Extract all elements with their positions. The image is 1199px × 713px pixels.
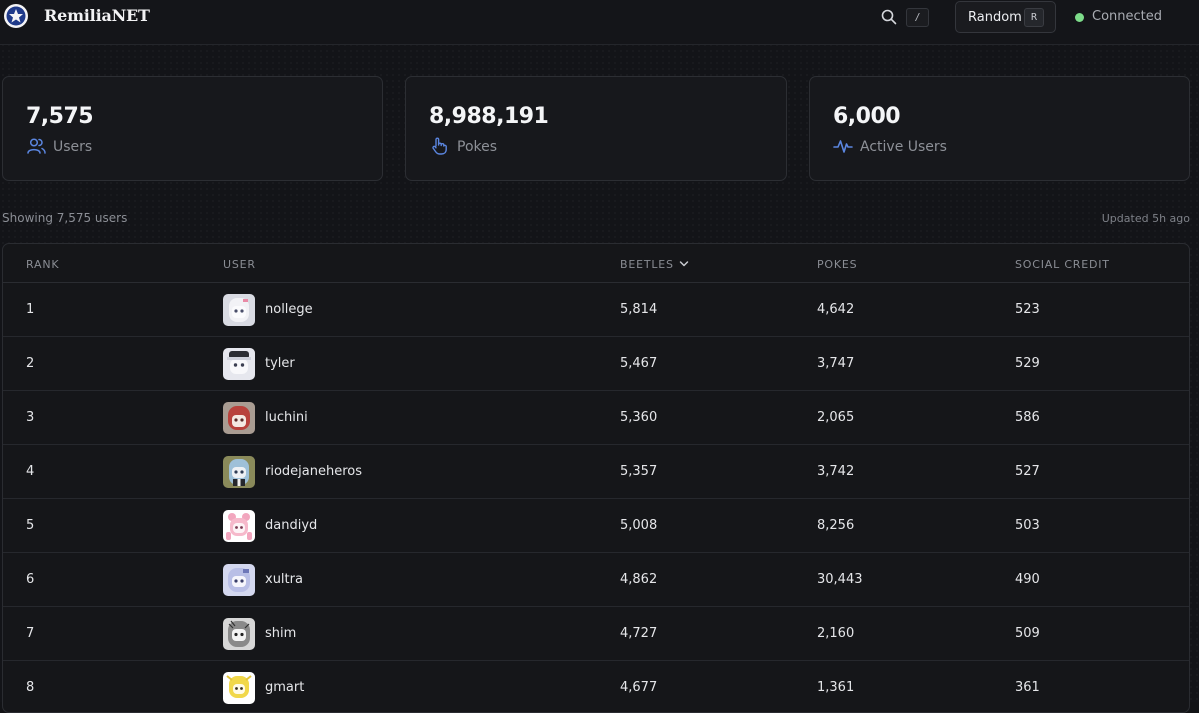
users-label: Users — [53, 139, 93, 155]
random-button[interactable]: Random R — [955, 1, 1056, 33]
rank-cell: 4 — [26, 464, 35, 479]
search-shortcut-key: / — [906, 8, 929, 27]
social-credit-cell: 490 — [1015, 572, 1040, 587]
social-credit-cell: 523 — [1015, 302, 1040, 317]
rank-cell: 1 — [26, 302, 35, 317]
search-icon[interactable] — [881, 9, 897, 25]
username-cell[interactable]: shim — [265, 626, 296, 641]
poke-hand-icon — [432, 137, 447, 155]
updated-timestamp: Updated 5h ago — [1101, 212, 1190, 225]
table-row[interactable]: 5 dandiyd 5,008 8,256 503 — [3, 499, 1189, 553]
pokes-cell: 2,065 — [817, 410, 855, 425]
rank-cell: 3 — [26, 410, 35, 425]
beetles-cell: 5,008 — [620, 518, 658, 533]
random-shortcut-key: R — [1024, 8, 1044, 27]
avatar[interactable] — [223, 510, 255, 542]
beetles-cell: 5,814 — [620, 302, 658, 317]
rank-cell: 2 — [26, 356, 35, 371]
column-rank[interactable]: RANK — [26, 258, 59, 271]
beetles-cell: 5,360 — [620, 410, 658, 425]
column-social-credit[interactable]: SOCIAL CREDIT — [1015, 258, 1110, 271]
column-pokes[interactable]: POKES — [817, 258, 857, 271]
users-icon — [27, 138, 46, 154]
top-bar: RemiliaNET / Random R Connected — [0, 0, 1199, 45]
pokes-cell: 4,642 — [817, 302, 855, 317]
table-row[interactable]: 3 luchini 5,360 2,065 586 — [3, 391, 1189, 445]
showing-count: Showing 7,575 users — [2, 211, 128, 225]
table-header: RANK USER BEETLES POKES SOCIAL CREDIT — [3, 244, 1189, 283]
username-cell[interactable]: riodejaneheros — [265, 464, 362, 479]
table-row[interactable]: 2 tyler 5,467 3,747 529 — [3, 337, 1189, 391]
activity-icon — [833, 140, 853, 153]
rank-cell: 8 — [26, 680, 35, 695]
rank-cell: 7 — [26, 626, 35, 641]
users-count: 7,575 — [26, 104, 94, 129]
connection-status-dot — [1075, 13, 1084, 22]
stat-card-pokes: 8,988,191 Pokes — [405, 76, 787, 181]
pokes-cell: 2,160 — [817, 626, 855, 641]
table-row[interactable]: 8 gmart 4,677 1,361 361 — [3, 661, 1189, 712]
sort-descending-icon[interactable] — [678, 258, 690, 270]
social-credit-cell: 361 — [1015, 680, 1040, 695]
stat-card-active-users: 6,000 Active Users — [809, 76, 1190, 181]
avatar[interactable] — [223, 564, 255, 596]
rank-cell: 5 — [26, 518, 35, 533]
avatar[interactable] — [223, 672, 255, 704]
table-row[interactable]: 6 xultra 4,862 30,443 490 — [3, 553, 1189, 607]
pokes-cell: 8,256 — [817, 518, 855, 533]
social-credit-cell: 527 — [1015, 464, 1040, 479]
pokes-label: Pokes — [457, 139, 498, 155]
username-cell[interactable]: luchini — [265, 410, 308, 425]
social-credit-cell: 586 — [1015, 410, 1040, 425]
beetles-cell: 5,467 — [620, 356, 658, 371]
leaderboard-table: RANK USER BEETLES POKES SOCIAL CREDIT 1 … — [2, 243, 1190, 713]
table-row[interactable]: 4 riodejaneheros 5,357 3,742 527 — [3, 445, 1189, 499]
avatar[interactable] — [223, 456, 255, 488]
pokes-cell: 3,747 — [817, 356, 855, 371]
avatar[interactable] — [223, 348, 255, 380]
username-cell[interactable]: nollege — [265, 302, 313, 317]
username-cell[interactable]: gmart — [265, 680, 304, 695]
username-cell[interactable]: tyler — [265, 356, 295, 371]
avatar[interactable] — [223, 618, 255, 650]
rank-cell: 6 — [26, 572, 35, 587]
social-credit-cell: 509 — [1015, 626, 1040, 641]
pokes-cell: 3,742 — [817, 464, 855, 479]
beetles-cell: 4,727 — [620, 626, 658, 641]
beetles-cell: 4,677 — [620, 680, 658, 695]
table-row[interactable]: 1 nollege 5,814 4,642 523 — [3, 283, 1189, 337]
brand-name[interactable]: RemiliaNET — [44, 6, 150, 25]
active-users-label: Active Users — [860, 139, 947, 155]
beetles-cell: 4,862 — [620, 572, 658, 587]
beetles-cell: 5,357 — [620, 464, 658, 479]
pokes-cell: 30,443 — [817, 572, 863, 587]
username-cell[interactable]: xultra — [265, 572, 303, 587]
connection-status: Connected — [1092, 9, 1163, 24]
pokes-cell: 1,361 — [817, 680, 855, 695]
social-credit-cell: 503 — [1015, 518, 1040, 533]
remilia-logo-icon[interactable] — [3, 3, 29, 29]
stat-card-users: 7,575 Users — [2, 76, 383, 181]
username-cell[interactable]: dandiyd — [265, 518, 317, 533]
social-credit-cell: 529 — [1015, 356, 1040, 371]
pokes-count: 8,988,191 — [429, 104, 549, 129]
active-users-count: 6,000 — [833, 104, 901, 129]
avatar[interactable] — [223, 294, 255, 326]
column-beetles[interactable]: BEETLES — [620, 258, 674, 271]
column-user[interactable]: USER — [223, 258, 256, 271]
table-row[interactable]: 7 shim 4,727 2,160 509 — [3, 607, 1189, 661]
avatar[interactable] — [223, 402, 255, 434]
random-button-label: Random — [968, 10, 1022, 25]
